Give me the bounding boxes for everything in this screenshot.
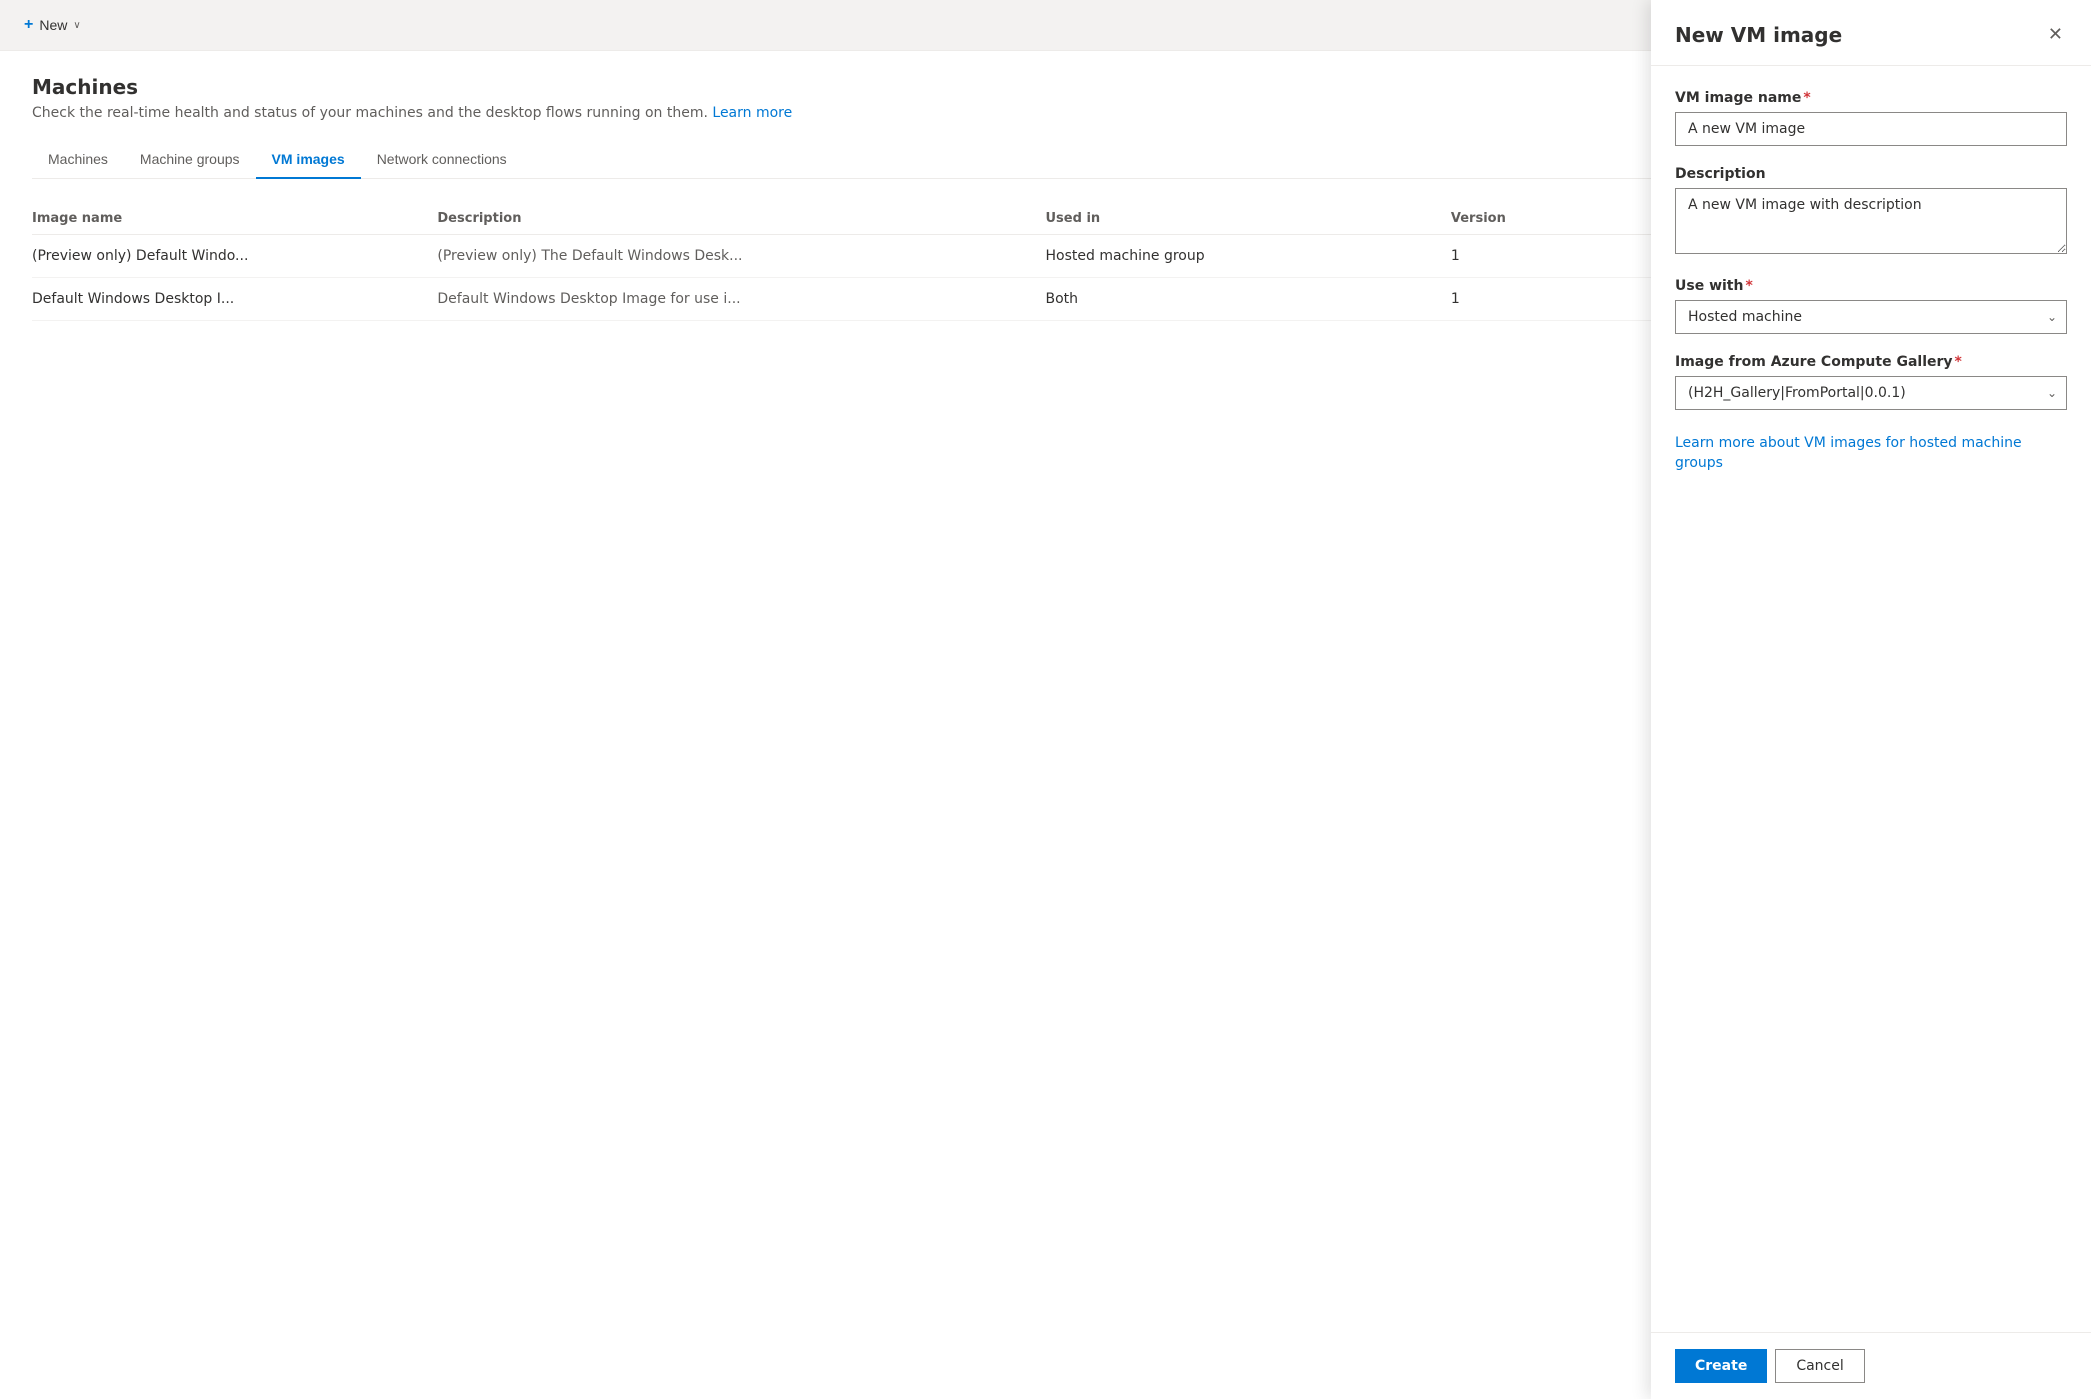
col-header-used-in: Used in	[1046, 211, 1451, 226]
panel-footer: Create Cancel	[1651, 1332, 2091, 1399]
cell-image-name-1: (Preview only) Default Windo...	[32, 248, 437, 264]
use-with-group: Use with* Hosted machine Hosted machine …	[1675, 278, 2067, 334]
col-header-version: Version	[1451, 211, 1654, 226]
gallery-label: Image from Azure Compute Gallery*	[1675, 354, 2067, 370]
gallery-group: Image from Azure Compute Gallery* (H2H_G…	[1675, 354, 2067, 410]
use-with-select-wrapper: Hosted machine Hosted machine group Both…	[1675, 300, 2067, 334]
cell-version-2: 1	[1451, 291, 1654, 307]
description-textarea[interactable]: A new VM image with description	[1675, 188, 2067, 254]
create-button[interactable]: Create	[1675, 1349, 1767, 1383]
cancel-button[interactable]: Cancel	[1775, 1349, 1864, 1383]
new-vm-image-panel: New VM image ✕ VM image name* Descriptio…	[1651, 0, 2091, 1399]
cell-used-in-1: Hosted machine group	[1046, 248, 1451, 264]
required-indicator-2: *	[1745, 278, 1752, 294]
description-label: Description	[1675, 166, 2067, 182]
tab-machines[interactable]: Machines	[32, 141, 124, 179]
cell-description-1: (Preview only) The Default Windows Desk.…	[437, 248, 1045, 264]
tab-machine-groups[interactable]: Machine groups	[124, 141, 256, 179]
learn-more-link[interactable]: Learn more	[712, 105, 792, 121]
panel-body: VM image name* Description A new VM imag…	[1651, 66, 2091, 1332]
panel-header: New VM image ✕	[1651, 0, 2091, 66]
vm-image-name-input[interactable]	[1675, 112, 2067, 146]
col-header-description: Description	[437, 211, 1045, 226]
description-group: Description A new VM image with descript…	[1675, 166, 2067, 258]
tab-network-connections[interactable]: Network connections	[361, 141, 523, 179]
help-link[interactable]: Learn more about VM images for hosted ma…	[1675, 434, 2067, 473]
cell-version-1: 1	[1451, 248, 1654, 264]
close-icon: ✕	[2048, 24, 2063, 45]
plus-icon: +	[24, 16, 33, 34]
cell-description-2: Default Windows Desktop Image for use i.…	[437, 291, 1045, 307]
gallery-select-wrapper: (H2H_Gallery|FromPortal|0.0.1) ⌄	[1675, 376, 2067, 410]
new-button-label: New	[39, 17, 67, 33]
use-with-label: Use with*	[1675, 278, 2067, 294]
vm-image-name-group: VM image name*	[1675, 90, 2067, 146]
tab-vm-images[interactable]: VM images	[256, 141, 361, 179]
close-panel-button[interactable]: ✕	[2044, 20, 2067, 49]
required-indicator-3: *	[1955, 354, 1962, 370]
required-indicator: *	[1803, 90, 1810, 106]
new-button[interactable]: + New ∨	[16, 12, 89, 38]
col-header-image-name: Image name	[32, 211, 437, 226]
chevron-down-icon: ∨	[73, 20, 80, 31]
cell-image-name-2: Default Windows Desktop I...	[32, 291, 437, 307]
cell-used-in-2: Both	[1046, 291, 1451, 307]
use-with-select[interactable]: Hosted machine Hosted machine group Both	[1675, 300, 2067, 334]
panel-title: New VM image	[1675, 23, 1842, 47]
gallery-select[interactable]: (H2H_Gallery|FromPortal|0.0.1)	[1675, 376, 2067, 410]
vm-image-name-label: VM image name*	[1675, 90, 2067, 106]
